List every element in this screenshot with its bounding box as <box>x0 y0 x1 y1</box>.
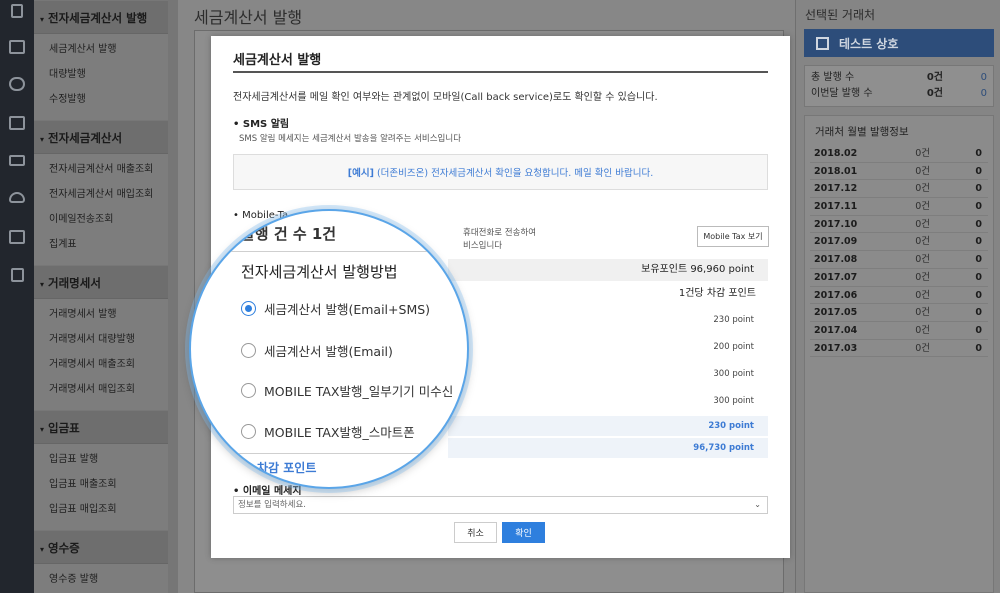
sidebar-item[interactable]: 세금계산서 발행 <box>34 37 168 62</box>
monthly-row: 2017.07 0건 0 <box>810 269 988 287</box>
sidebar-section[interactable]: ▾ 영수증 <box>34 530 168 564</box>
sidebar-item[interactable]: 영수증 발행 <box>34 567 168 592</box>
stats-box: 총 발행 수 0건 0 이번달 발행 수 0건 0 <box>804 65 994 107</box>
stat-row: 총 발행 수 0건 0 <box>811 72 987 83</box>
monthly-row: 2017.12 0건 0 <box>810 180 988 199</box>
building-icon <box>816 36 829 50</box>
monthly-row: 2018.02 0건 0 <box>810 145 988 163</box>
monthly-row: 2017.03 0건 0 <box>810 340 988 358</box>
magnifier-callout: 발행 건 수 1건 전자세금계산서 발행방법 세금계산서 발행(Email+SM… <box>189 209 469 489</box>
method-title: 전자세금계산서 발행방법 <box>241 263 398 281</box>
monthly-row: 2017.10 0건 0 <box>810 216 988 234</box>
email-heading: • 이메일 메세지 <box>233 486 302 497</box>
point-row: 230 point <box>713 315 754 325</box>
book-icon[interactable] <box>11 268 24 282</box>
monthly-row: 2017.08 0건 0 <box>810 251 988 269</box>
icon-rail <box>0 0 34 593</box>
cancel-button[interactable]: 취소 <box>454 522 497 543</box>
chevron-down-icon: ⌄ <box>754 500 761 509</box>
sidebar-item[interactable]: 전자세금계산서 매출조회 <box>34 157 168 182</box>
monthly-row: 2017.04 0건 0 <box>810 322 988 340</box>
email-message-select[interactable]: 정보를 입력하세요. ⌄ <box>233 496 768 514</box>
chevron-down-icon: ▾ <box>40 545 45 554</box>
chevron-down-icon: ▾ <box>40 15 45 24</box>
method-option[interactable]: MOBILE TAX발행_일부기기 미수신 <box>241 381 453 400</box>
monthly-title: 거래처 월별 발행정보 <box>815 126 909 138</box>
per-deduct-label: 1건당 차감 포인트 <box>678 288 756 299</box>
address-book-icon[interactable] <box>11 4 23 18</box>
divider <box>191 251 467 252</box>
monthly-row: 2017.11 0건 0 <box>810 198 988 216</box>
confirm-button[interactable]: 확인 <box>502 522 545 543</box>
sidebar-section[interactable]: ▾ 전자세금계산서 <box>34 120 168 154</box>
sidebar-section[interactable]: ▾ 거래명세서 <box>34 265 168 299</box>
sidebar-item[interactable]: 거래명세서 매입조회 <box>34 377 168 402</box>
sidebar-item[interactable]: 입금표 매입조회 <box>34 497 168 522</box>
sidebar-item[interactable]: 거래명세서 대량발행 <box>34 327 168 352</box>
sms-example: [예시] (더존비즈온) 전자세금계산서 확인을 요청합니다. 메일 확인 바랍… <box>233 154 768 190</box>
owned-points: 보유포인트 96,960 point <box>448 259 768 281</box>
sidebar-section[interactable]: ▾ 입금표 <box>34 410 168 444</box>
mobile-tax-view-button[interactable]: Mobile Tax 보기 <box>697 226 769 247</box>
mail-icon[interactable] <box>9 155 25 166</box>
sidebar-item[interactable]: 전자세금계산서 매입조회 <box>34 182 168 207</box>
chevron-down-icon: ▾ <box>40 280 45 289</box>
deduct-points-label: 차감 포인트 <box>257 461 317 475</box>
stat-row: 이번달 발행 수 0건 0 <box>811 88 987 99</box>
chevron-down-icon: ▾ <box>40 425 45 434</box>
monthly-row: 2017.06 0건 0 <box>810 287 988 305</box>
radio-selected-icon[interactable] <box>241 301 256 316</box>
point-row: 300 point <box>713 369 754 379</box>
radio-icon[interactable] <box>241 343 256 358</box>
divider <box>191 453 467 454</box>
issue-count: 발행 건 수 1건 <box>241 225 337 243</box>
sidebar-item[interactable]: 입금표 발행 <box>34 447 168 472</box>
monthly-info: 거래처 월별 발행정보 2018.02 0건 0 2018.01 0건 0 2017.12 0… <box>804 115 994 593</box>
sidebar-item[interactable]: 대량발행 <box>34 62 168 87</box>
selected-client-title: 선택된 거래처 <box>805 8 876 22</box>
company-button[interactable]: 테스트 상호 <box>804 29 994 57</box>
divider <box>233 71 768 73</box>
deduct-total: 230 point <box>448 416 768 436</box>
calendar-icon[interactable] <box>9 116 25 130</box>
method-option[interactable]: MOBILE TAX발행_스마트폰 <box>241 422 415 441</box>
scroll-gutter <box>168 0 178 593</box>
monthly-row: 2018.01 0건 0 <box>810 163 988 181</box>
sidebar-item[interactable]: 이메일전송조회 <box>34 207 168 232</box>
point-row: 300 point <box>713 396 754 406</box>
page-title: 세금계산서 발행 <box>194 8 303 27</box>
modal-description: 전자세금계산서를 메일 확인 여부와는 관계없이 모바일(Call back s… <box>233 92 658 103</box>
radio-icon[interactable] <box>241 424 256 439</box>
monthly-row: 2017.05 0건 0 <box>810 304 988 322</box>
method-option[interactable]: 세금계산서 발행(Email) <box>241 341 393 360</box>
chat-icon[interactable] <box>9 77 25 91</box>
cloud-icon[interactable] <box>9 192 25 203</box>
monthly-row: 2017.09 0건 0 <box>810 233 988 252</box>
sms-heading: • SMS 알림 <box>233 119 290 130</box>
board-icon[interactable] <box>9 230 25 244</box>
sidebar-item[interactable]: 수정발행 <box>34 87 168 112</box>
sidebar-item[interactable]: 입금표 매출조회 <box>34 472 168 497</box>
sms-subtext: SMS 알림 메세지는 세금계산서 발송을 알려주는 서비스입니다 <box>239 134 462 144</box>
sidebar-menu: ▾ 전자세금계산서 발행 세금계산서 발행 대량발행 수정발행 ▾ 전자세금계산서 … <box>34 0 168 593</box>
radio-icon[interactable] <box>241 383 256 398</box>
sidebar-item[interactable]: 집계표 <box>34 232 168 257</box>
method-option[interactable]: 세금계산서 발행(Email+SMS) <box>241 299 430 318</box>
point-row: 200 point <box>713 342 754 352</box>
chevron-down-icon: ▾ <box>40 135 45 144</box>
sidebar-item[interactable]: 거래명세서 발행 <box>34 302 168 327</box>
remaining-points: 96,730 point <box>448 438 768 458</box>
modal-title: 세금계산서 발행 <box>233 53 322 68</box>
sidebar-section[interactable]: ▾ 전자세금계산서 발행 <box>34 0 168 34</box>
mobile-subtext: 휴대전화로 전송하여 <box>463 228 537 238</box>
list-icon[interactable] <box>9 40 25 54</box>
mobile-subtext: 비스입니다 <box>463 241 503 251</box>
sidebar-item[interactable]: 거래명세서 매출조회 <box>34 352 168 377</box>
right-panel: 선택된 거래처 테스트 상호 총 발행 수 0건 0 이번달 발행 수 0건 0… <box>795 0 1000 593</box>
